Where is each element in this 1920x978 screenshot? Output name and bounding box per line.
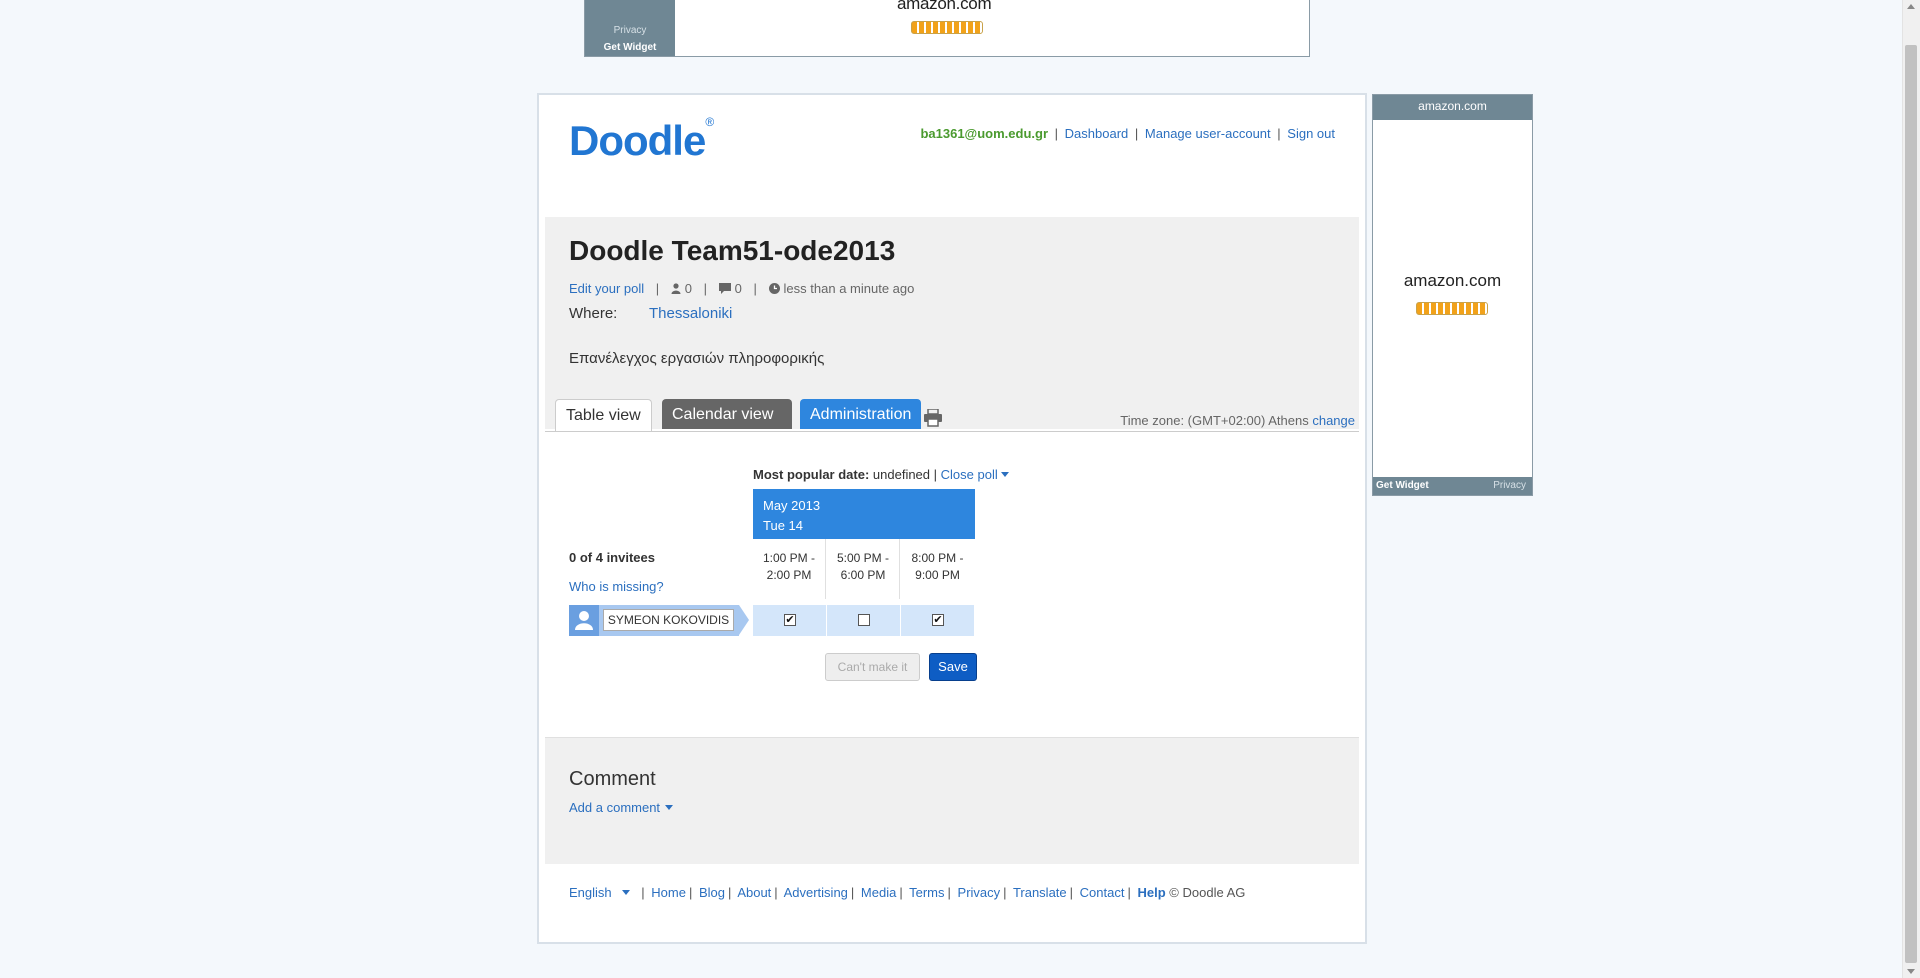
banner-privacy-link[interactable]: Privacy	[585, 25, 675, 36]
scroll-down-arrow-icon[interactable]	[1907, 969, 1915, 974]
availability-cell[interactable]: ✔	[753, 605, 826, 636]
timezone-change-link[interactable]: change	[1312, 413, 1355, 428]
footer-link-advertising[interactable]: Advertising	[784, 885, 848, 900]
doodle-logo[interactable]: Doodle®	[569, 115, 714, 165]
dashboard-link[interactable]: Dashboard	[1065, 126, 1129, 141]
footer-link-contact[interactable]: Contact	[1080, 885, 1125, 900]
footer-link-about[interactable]: About	[737, 885, 771, 900]
main-container: Doodle® ba1361@uom.edu.gr | Dashboard | …	[537, 93, 1367, 944]
save-button[interactable]: Save	[929, 653, 977, 681]
manage-account-link[interactable]: Manage user-account	[1145, 126, 1271, 141]
scroll-thumb[interactable]	[1905, 45, 1917, 963]
footer-link-translate[interactable]: Translate	[1013, 885, 1067, 900]
banner-get-widget-link[interactable]: Get Widget	[585, 42, 675, 53]
timezone: Time zone: (GMT+02:00) Athens change	[1120, 413, 1355, 428]
time-slot: 5:00 PM -6:00 PM	[827, 539, 900, 599]
loading-bar	[1416, 302, 1488, 315]
person-icon	[671, 282, 681, 297]
participant-name-input[interactable]: SYMEON KOKOVIDIS	[603, 609, 734, 631]
user-nav: ba1361@uom.edu.gr | Dashboard | Manage u…	[920, 126, 1335, 141]
top-amazon-banner[interactable]: Privacy Get Widget amazon.com	[584, 0, 1310, 57]
footer-link-terms[interactable]: Terms	[909, 885, 944, 900]
availability-checkbox[interactable]: ✔	[932, 614, 944, 626]
cant-make-it-button[interactable]: Can't make it	[825, 653, 920, 681]
poll-header: Doodle Team51-ode2013 Edit your poll | 0…	[545, 217, 1359, 429]
comment-section: Comment Add a comment	[545, 737, 1359, 864]
invitees-count: 0 of 4 invitees	[569, 550, 655, 565]
banner-side-panel: Privacy Get Widget	[585, 0, 675, 56]
chevron-down-icon	[621, 890, 630, 895]
most-popular-date: Most popular date: undefined | Close pol…	[753, 467, 1009, 482]
footer-link-privacy[interactable]: Privacy	[958, 885, 1001, 900]
availability-cell[interactable]: ✔	[901, 605, 974, 636]
chevron-down-icon	[1000, 472, 1009, 477]
where-label: Where:	[569, 305, 618, 322]
day-label: Tue 14	[763, 518, 803, 533]
created-time: less than a minute ago	[783, 281, 915, 296]
availability-cell[interactable]	[827, 605, 900, 636]
availability-checkbox[interactable]: ✔	[784, 614, 796, 626]
avatar	[569, 605, 599, 636]
who-is-missing-link[interactable]: Who is missing?	[569, 579, 664, 594]
comment-icon	[718, 282, 731, 297]
loading-bar	[911, 21, 983, 34]
scroll-up-arrow-icon[interactable]	[1907, 4, 1915, 9]
participants-count: 0	[684, 281, 693, 296]
add-comment-link[interactable]: Add a comment	[569, 800, 674, 815]
where-value-link[interactable]: Thessaloniki	[649, 305, 732, 322]
footer-link-blog[interactable]: Blog	[699, 885, 725, 900]
close-poll-link[interactable]: Close poll	[941, 467, 1009, 482]
tab-calendar-view[interactable]: Calendar view	[662, 399, 792, 429]
widget-top-logo: amazon.com	[1373, 95, 1532, 120]
tab-administration[interactable]: Administration	[800, 399, 921, 429]
poll-title: Doodle Team51-ode2013	[569, 235, 896, 266]
sign-out-link[interactable]: Sign out	[1287, 126, 1335, 141]
timezone-label: Time zone: (GMT+02:00) Athens	[1120, 413, 1309, 428]
date-header: May 2013 Tue 14	[753, 489, 975, 539]
amazon-logo: amazon.com	[897, 0, 992, 13]
footer-link-media[interactable]: Media	[861, 885, 896, 900]
edit-poll-link[interactable]: Edit your poll	[569, 281, 644, 296]
month-label: May 2013	[763, 498, 821, 513]
amazon-logo: amazon.com	[1403, 271, 1502, 290]
vertical-scrollbar[interactable]	[1902, 0, 1920, 978]
footer-link-help[interactable]: Help	[1138, 885, 1166, 900]
copyright: © Doodle AG	[1169, 885, 1246, 900]
footer-link-home[interactable]: Home	[651, 885, 686, 900]
footer: English | Home | Blog | About | Advertising…	[569, 885, 1246, 900]
widget-privacy-link[interactable]: Privacy	[1493, 480, 1526, 491]
time-slot: 8:00 PM -9:00 PM	[911, 551, 964, 582]
widget-bottom-bar: Get Widget Privacy	[1373, 477, 1532, 495]
right-amazon-widget[interactable]: amazon.com amazon.com Get Widget Privacy	[1372, 94, 1533, 496]
print-icon[interactable]	[923, 408, 943, 430]
chevron-down-icon	[665, 805, 674, 810]
tab-table-view[interactable]: Table view	[555, 399, 652, 431]
user-email: ba1361@uom.edu.gr	[920, 126, 1049, 141]
time-slot: 1:00 PM -2:00 PM	[753, 539, 826, 599]
comment-title: Comment	[569, 768, 656, 790]
widget-get-widget-link[interactable]: Get Widget	[1376, 480, 1429, 491]
popular-value: undefined	[872, 467, 931, 482]
comments-count: 0	[734, 281, 742, 296]
tabs-divider	[545, 431, 1359, 432]
clock-icon	[768, 282, 780, 297]
availability-checkbox[interactable]	[858, 614, 870, 626]
poll-description: Επανέλεγχος εργασιών πληροφορικής	[569, 350, 825, 367]
poll-meta: Edit your poll | 0 | 0 | less than a min…	[569, 281, 915, 297]
language-selector[interactable]: English	[569, 885, 630, 900]
